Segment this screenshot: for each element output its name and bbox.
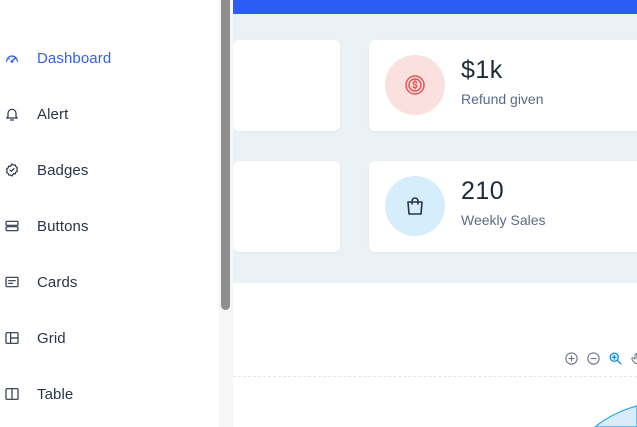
sidebar-item-cards[interactable]: Cards <box>0 266 215 298</box>
sidebar-item-table[interactable]: Table <box>0 378 215 410</box>
main-content: $1k Refund given 210 Weekly Sales <box>233 0 637 427</box>
zoom-in-icon[interactable] <box>562 349 580 367</box>
sidebar-item-badges[interactable]: Badges <box>0 154 215 186</box>
stat-label: Refund given <box>461 91 544 107</box>
stat-card-partial <box>233 161 340 252</box>
sidebar-item-label: Dashboard <box>37 49 112 67</box>
top-header-bar <box>233 0 637 14</box>
stat-value: $1k <box>461 56 503 84</box>
stat-card-refund: $1k Refund given <box>369 40 637 131</box>
zoom-selection-icon[interactable] <box>606 349 624 367</box>
card-icon <box>3 273 21 291</box>
table-columns-icon <box>3 385 21 403</box>
bell-icon <box>3 105 21 123</box>
sidebar-item-label: Cards <box>37 273 78 291</box>
pan-hand-icon[interactable] <box>628 349 637 367</box>
badge-check-icon <box>3 161 21 179</box>
chart-area <box>594 405 637 427</box>
sidebar-scrollbar-thumb[interactable] <box>221 0 230 310</box>
dashboard-gauge-icon <box>3 49 21 67</box>
buttons-icon <box>3 217 21 235</box>
sidebar-item-label: Table <box>37 385 74 403</box>
zoom-out-icon[interactable] <box>584 349 602 367</box>
coin-icon <box>385 55 445 115</box>
stat-value: 210 <box>461 177 505 205</box>
sidebar-item-label: Alert <box>37 105 69 123</box>
stat-label: Weekly Sales <box>461 212 546 228</box>
sidebar-item-grid[interactable]: Grid <box>0 322 215 354</box>
sidebar-item-dashboard[interactable]: Dashboard <box>0 42 215 74</box>
sidebar-item-buttons[interactable]: Buttons <box>0 210 215 242</box>
shopping-bag-icon <box>385 176 445 236</box>
stats-section: $1k Refund given 210 Weekly Sales <box>233 14 637 283</box>
grid-layout-icon <box>3 329 21 347</box>
stat-card-weekly-sales: 210 Weekly Sales <box>369 161 637 252</box>
chart-toolbar <box>562 349 637 367</box>
chart-series-area <box>594 405 637 427</box>
sidebar-item-label: Badges <box>37 161 89 179</box>
stat-card-partial <box>233 40 340 131</box>
sidebar: Dashboard Alert Badges Buttons Cards Gri… <box>0 0 233 427</box>
sidebar-item-label: Buttons <box>37 217 89 235</box>
sidebar-item-alert[interactable]: Alert <box>0 98 215 130</box>
sidebar-item-label: Grid <box>37 329 66 347</box>
